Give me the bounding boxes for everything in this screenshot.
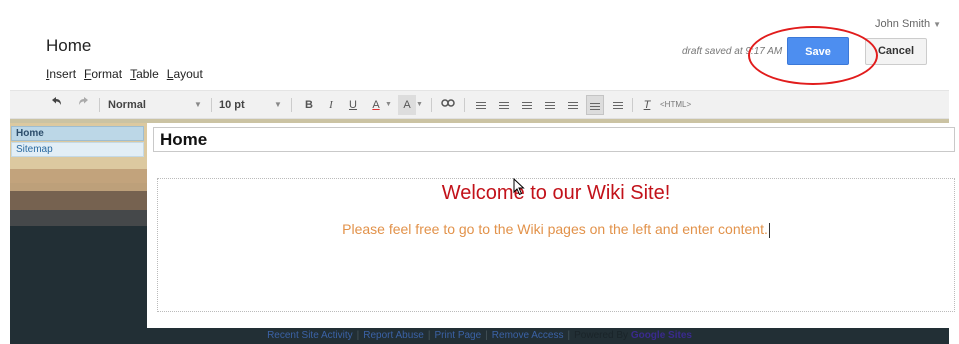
html-button[interactable]: <HTML> xyxy=(660,91,691,119)
text-cursor xyxy=(768,222,770,238)
sidebar: Home Sitemap xyxy=(10,123,147,328)
footer-link-recent-activity[interactable]: Recent Site Activity xyxy=(267,330,353,341)
welcome-heading: Welcome to our Wiki Site! xyxy=(441,182,671,204)
footer: Recent Site Activity | Report Abuse | Print … xyxy=(10,328,949,344)
footer-link-print-page[interactable]: Print Page xyxy=(434,330,481,341)
chevron-down-icon[interactable]: ▼ xyxy=(194,91,202,119)
chevron-down-icon[interactable]: ▼ xyxy=(385,91,392,119)
menu-insert[interactable]: Insert xyxy=(46,67,76,81)
clear-formatting-icon[interactable]: T xyxy=(638,95,656,115)
sidebar-item-home[interactable]: Home xyxy=(11,126,144,141)
menu-format[interactable]: Format xyxy=(84,67,122,81)
user-menu[interactable]: John Smith ▼ xyxy=(875,18,941,30)
rich-text-editor[interactable]: Welcome to our Wiki Site! Please feel fr… xyxy=(157,178,955,312)
highlight-color-button[interactable]: A xyxy=(398,95,416,115)
mouse-pointer-icon xyxy=(513,177,525,201)
footer-link-report-abuse[interactable]: Report Abuse xyxy=(363,330,424,341)
welcome-message: Please feel free to go to the Wiki pages… xyxy=(342,221,770,238)
italic-button[interactable]: I xyxy=(322,95,340,115)
align-left-icon[interactable] xyxy=(564,95,582,115)
bulleted-list-icon[interactable] xyxy=(495,95,513,115)
chevron-down-icon[interactable]: ▼ xyxy=(416,91,423,119)
undo-icon[interactable] xyxy=(47,95,65,115)
bold-button[interactable]: B xyxy=(300,95,318,115)
style-select[interactable]: Normal xyxy=(108,91,146,119)
footer-link-remove-access[interactable]: Remove Access xyxy=(492,330,564,341)
decrease-indent-icon[interactable] xyxy=(518,95,536,115)
sidebar-item-sitemap[interactable]: Sitemap xyxy=(11,142,144,157)
menu-table[interactable]: Table xyxy=(130,67,159,81)
user-name: John Smith xyxy=(875,18,931,30)
menu-bar: Insert Format Table Layout xyxy=(46,67,203,81)
chevron-down-icon: ▼ xyxy=(933,20,941,29)
annotation-circle xyxy=(748,26,878,85)
increase-indent-icon[interactable] xyxy=(541,95,559,115)
align-right-icon[interactable] xyxy=(609,95,627,115)
font-size-select[interactable]: 10 pt xyxy=(219,91,245,119)
page-title-input[interactable]: Home xyxy=(153,127,955,152)
chevron-down-icon[interactable]: ▼ xyxy=(274,91,282,119)
align-center-icon[interactable] xyxy=(586,95,604,115)
link-icon[interactable] xyxy=(439,95,457,115)
numbered-list-icon[interactable] xyxy=(472,95,490,115)
editor-toolbar: Normal ▼ 10 pt ▼ B I U A ▼ A ▼ T <HTML> xyxy=(10,90,949,119)
google-sites-link[interactable]: Google Sites xyxy=(631,330,692,341)
menu-layout[interactable]: Layout xyxy=(167,67,203,81)
underline-button[interactable]: U xyxy=(344,95,362,115)
text-color-button[interactable]: A xyxy=(367,95,385,115)
powered-by-label: Powered By xyxy=(574,330,629,341)
redo-icon[interactable] xyxy=(75,95,93,115)
page-title: Home xyxy=(46,36,92,55)
